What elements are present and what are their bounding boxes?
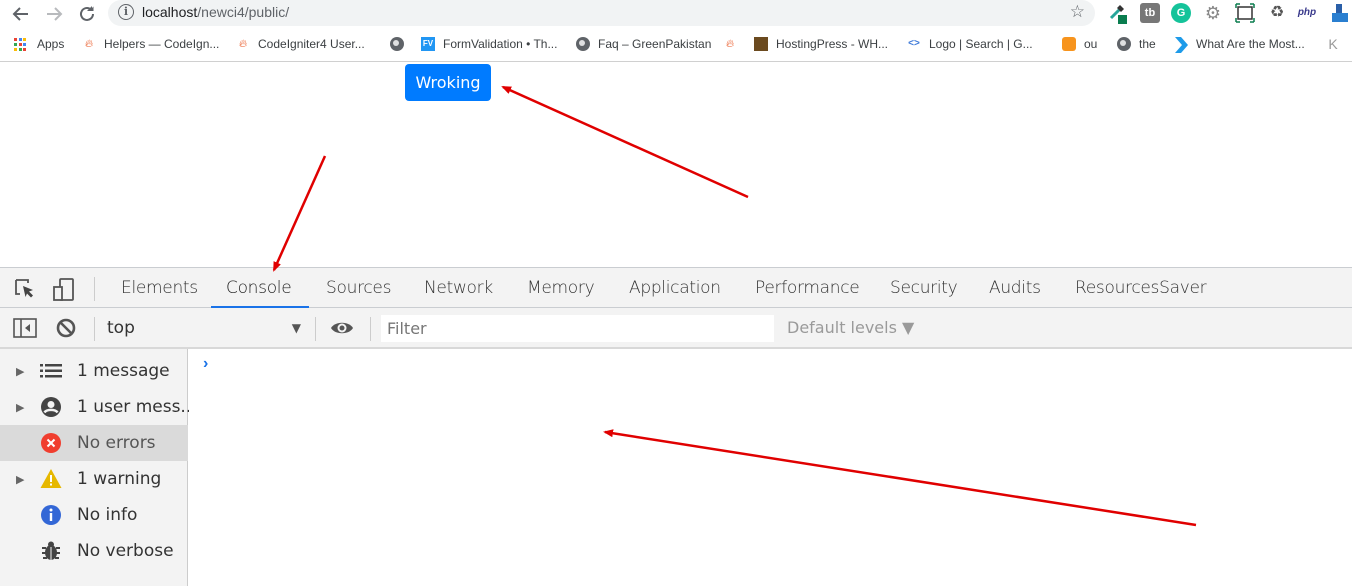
toolbar-separator: [94, 317, 95, 341]
url-text: localhost/newci4/public/: [142, 4, 290, 20]
error-icon: [40, 432, 62, 454]
user-extension-icon[interactable]: [1330, 3, 1350, 23]
toggle-sidebar-icon[interactable]: [13, 317, 37, 339]
recycle-extension-icon[interactable]: ♻: [1267, 3, 1287, 23]
bookmarks-bar: Apps 🔥︎ Helpers — CodeIgn... 🔥︎ CodeIgni…: [0, 30, 1352, 58]
sidebar-item-verbose[interactable]: No verbose: [0, 533, 188, 569]
fv-icon: FV: [421, 37, 435, 51]
console-output[interactable]: ›: [189, 349, 1352, 586]
bookmark-codeigniter[interactable]: 🔥︎: [723, 36, 745, 52]
screenshot-extension-icon[interactable]: [1235, 3, 1255, 23]
site-info-icon[interactable]: i: [118, 4, 134, 20]
address-bar[interactable]: i localhost/newci4/public/ ☆: [108, 0, 1095, 26]
grammarly-extension-icon[interactable]: G: [1171, 3, 1191, 23]
live-expression-eye-icon[interactable]: [330, 317, 353, 339]
sidebar-item-user-messages[interactable]: ▶ 1 user mess...: [0, 389, 197, 425]
sidebar-item-info[interactable]: No info: [0, 497, 188, 533]
sidebar-item-errors[interactable]: No errors: [0, 425, 188, 461]
bookmark-codeigniter4-user[interactable]: 🔥︎ CodeIgniter4 User...: [236, 36, 365, 52]
default-levels-dropdown[interactable]: Default levels ▼: [787, 318, 914, 337]
forward-icon: [47, 7, 63, 21]
codeigniter-flame-icon: 🔥︎: [238, 38, 248, 50]
k-logo-icon: K: [1328, 36, 1338, 52]
globe-icon: [1117, 37, 1131, 51]
bug-icon: [40, 540, 62, 562]
bookmark-globe[interactable]: [390, 36, 412, 52]
tab-audits[interactable]: Audits: [974, 268, 1056, 308]
gear-extension-icon[interactable]: ⚙: [1203, 3, 1223, 23]
code-brackets-icon: <>: [908, 38, 920, 49]
tab-performance[interactable]: Performance: [740, 268, 874, 308]
tb-extension-icon[interactable]: tb: [1140, 3, 1160, 23]
bookmark-formvalidation[interactable]: FV FormValidation • Th...: [421, 36, 557, 52]
screenshot-root: i localhost/newci4/public/ ☆ tb G ⚙ ♻ ph…: [0, 0, 1352, 586]
bookmark-star-icon[interactable]: ☆: [1070, 2, 1085, 22]
sidebar-item-messages[interactable]: ▶ 1 message: [0, 353, 188, 389]
filter-input[interactable]: [381, 315, 774, 342]
bookmark-ou[interactable]: ou: [1062, 36, 1097, 52]
codeigniter-flame-icon: 🔥︎: [725, 38, 735, 50]
dropdown-arrow-icon: ▼: [291, 321, 301, 335]
info-icon: [40, 504, 62, 526]
page-content: Wroking: [0, 62, 1352, 267]
chevron-bookmark-icon: [1174, 37, 1188, 53]
bookmark-hostingpress[interactable]: HostingPress - WH...: [754, 36, 888, 52]
tab-console[interactable]: Console: [211, 268, 309, 308]
tab-network[interactable]: Network: [409, 268, 508, 308]
tab-elements[interactable]: Elements: [106, 268, 213, 308]
expand-arrow-icon[interactable]: ▶: [16, 473, 24, 486]
tab-separator: [94, 277, 95, 301]
globe-icon: [390, 37, 404, 51]
tab-security[interactable]: Security: [875, 268, 972, 308]
reload-button[interactable]: [76, 3, 98, 25]
tab-resourcessaver[interactable]: ResourcesSaver: [1060, 268, 1221, 308]
forward-button[interactable]: [43, 3, 65, 25]
device-toolbar-icon[interactable]: [53, 278, 75, 301]
context-selector[interactable]: top ▼: [107, 316, 305, 340]
console-prompt-icon[interactable]: ›: [203, 355, 208, 373]
tab-memory[interactable]: Memory: [512, 268, 609, 308]
devtools-tab-bar: Elements Console Sources Network Memory …: [0, 267, 1352, 308]
list-icon: [40, 360, 62, 382]
tab-application[interactable]: Application: [614, 268, 736, 308]
toolbar-separator: [315, 317, 316, 341]
bookmark-apps[interactable]: Apps: [14, 36, 64, 52]
php-extension-icon[interactable]: php: [1297, 3, 1317, 23]
bookmark-k[interactable]: K: [1326, 36, 1348, 52]
orange-cube-icon: [1062, 37, 1076, 51]
sidebar-item-warnings[interactable]: ▶ 1 warning: [0, 461, 188, 497]
bookmark-what-are-the-most[interactable]: What Are the Most...: [1174, 36, 1305, 53]
bookmark-greenpakistan[interactable]: Faq – GreenPakistan: [576, 36, 711, 52]
browser-toolbar: i localhost/newci4/public/ ☆ tb G ⚙ ♻ ph…: [0, 0, 1352, 28]
warning-icon: [40, 468, 62, 490]
reload-icon: [80, 6, 94, 21]
globe-icon: [576, 37, 590, 51]
expand-arrow-icon[interactable]: ▶: [16, 365, 24, 378]
wroking-button[interactable]: Wroking: [405, 64, 491, 101]
console-toolbar: top ▼ Default levels ▼: [0, 308, 1352, 349]
inspect-element-icon[interactable]: [14, 278, 36, 300]
user-icon: [40, 396, 62, 418]
codeigniter-flame-icon: 🔥︎: [84, 38, 94, 50]
console-sidebar: ▶ 1 message ▶ 1 user mess... No errors ▶…: [0, 349, 197, 586]
expand-arrow-icon[interactable]: ▶: [16, 401, 24, 414]
back-button[interactable]: [10, 3, 32, 25]
eyedropper-extension-icon[interactable]: [1108, 3, 1128, 24]
bookmark-helpers[interactable]: 🔥︎ Helpers — CodeIgn...: [82, 36, 219, 52]
back-icon: [12, 7, 28, 21]
apps-grid-icon: [14, 37, 28, 51]
clear-console-icon[interactable]: [55, 317, 77, 339]
bookmark-logo-search[interactable]: <> Logo | Search | G...: [907, 36, 1032, 52]
hostingpress-icon: [754, 37, 768, 51]
bookmark-the[interactable]: the: [1117, 36, 1156, 52]
toolbar-separator: [370, 317, 371, 341]
tab-sources[interactable]: Sources: [311, 268, 406, 308]
